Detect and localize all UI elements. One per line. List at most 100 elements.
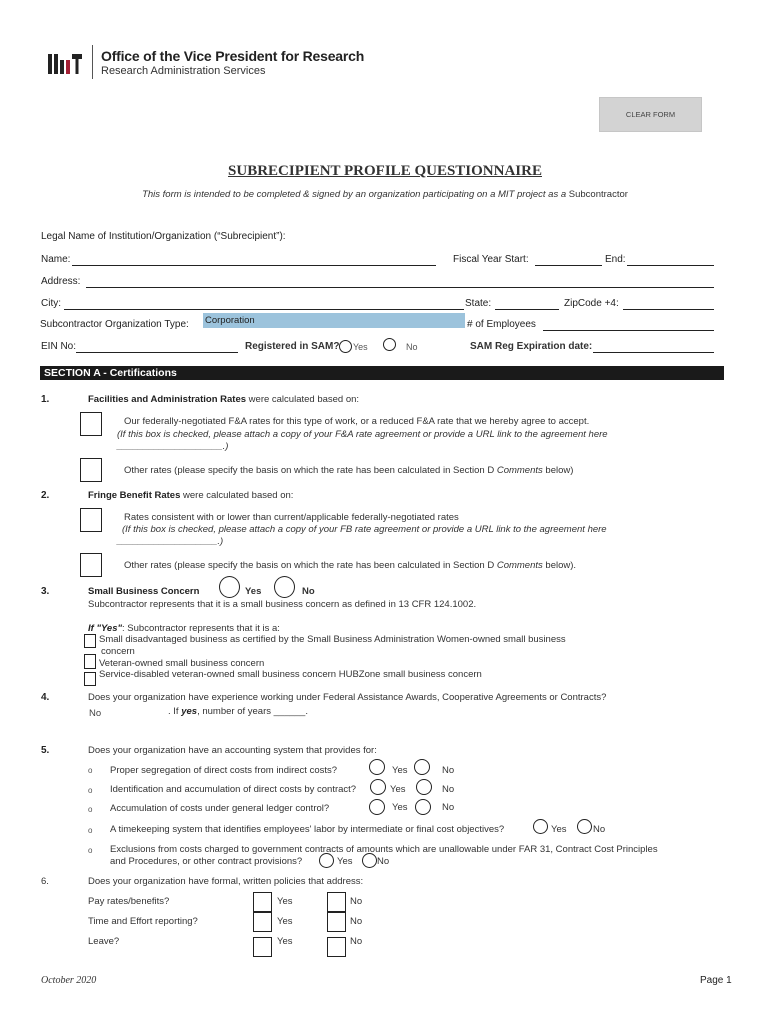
q3-bold: Small Business Concern (88, 586, 200, 597)
mit-logo-icon (48, 50, 82, 74)
q3-if-yes: If "Yes": Subcontractor represents that … (88, 623, 280, 634)
q4-if-yes: . If yes, number of years ______. (168, 706, 308, 717)
q5-item-4-yes-radio[interactable] (533, 819, 548, 834)
zipcode-field[interactable] (623, 298, 714, 310)
q1-federal-rate-checkbox[interactable] (80, 412, 102, 436)
q3-service-disabled-checkbox[interactable] (84, 672, 96, 686)
q6-item-1-yes-checkbox[interactable] (253, 892, 272, 912)
q6-item-3-yes-label: Yes (277, 936, 293, 947)
q6-item-2-no-checkbox[interactable] (327, 912, 346, 932)
q5-item-2-no-radio[interactable] (416, 779, 432, 795)
q6-item-2-yes-label: Yes (277, 916, 293, 927)
clear-form-button[interactable]: CLEAR FORM (599, 97, 702, 132)
q6-item-3-no-label: No (350, 936, 363, 947)
q5-item-3-yes-label: Yes (392, 802, 408, 813)
q6-item-3-no-checkbox[interactable] (327, 937, 346, 957)
q1-other-rate-checkbox[interactable] (80, 458, 102, 482)
ein-field[interactable] (76, 341, 238, 353)
q2-opt2-end: below). (542, 560, 577, 571)
q3-small-disadvantaged-checkbox[interactable] (84, 634, 96, 648)
q1-opt2-text: Other rates (please specify the basis on… (124, 465, 573, 476)
sam-label: Registered in SAM? (245, 341, 340, 352)
q5-bullet-4: o (88, 826, 93, 835)
section-a-header: SECTION A - Certifications (40, 366, 724, 380)
q5-item-5-yes-radio[interactable] (319, 853, 334, 868)
q3-opt1-cont: concern (101, 646, 135, 657)
q3-if-yes-text: : Subcontractor represents that it is a: (122, 623, 280, 634)
q5-item-5-text2: and Procedures, or other contract provis… (110, 856, 303, 867)
q4-answer-select[interactable]: No (89, 708, 101, 719)
q5-item-1-yes-radio[interactable] (369, 759, 385, 775)
q5-item-4-text: A timekeeping system that identifies emp… (110, 824, 505, 835)
q2-number: 2. (41, 490, 50, 501)
q5-bullet-3: o (88, 805, 93, 814)
q2-other-rate-checkbox[interactable] (80, 553, 102, 577)
q6-item-1-yes-label: Yes (277, 896, 293, 907)
org-type-select[interactable]: Corporation (203, 313, 465, 328)
sam-yes-radio[interactable] (339, 340, 352, 353)
name-label: Name: (41, 254, 71, 265)
q5-item-3-yes-radio[interactable] (369, 799, 385, 815)
address-label: Address: (41, 276, 81, 287)
q6-item-2-yes-checkbox[interactable] (253, 912, 272, 932)
city-field[interactable] (64, 298, 464, 310)
q5-item-2-yes-radio[interactable] (370, 779, 386, 795)
q5-text: Does your organization have an accountin… (88, 745, 377, 756)
q5-item-3-text: Accumulation of costs under general ledg… (110, 803, 330, 814)
q6-item-3-yes-checkbox[interactable] (253, 937, 272, 957)
footer-date: October 2020 (41, 975, 97, 986)
employees-field[interactable] (543, 319, 714, 331)
form-subtitle: This form is intended to be completed & … (0, 189, 770, 200)
q4-years-field[interactable]: , number of years ______. (197, 706, 308, 717)
q2-opt1-url-field[interactable]: ___________________.) (117, 536, 223, 547)
q6-number: 6. (41, 876, 49, 887)
q5-item-5-no-radio[interactable] (362, 853, 377, 868)
address-field[interactable] (86, 276, 714, 288)
q3-yes-radio[interactable] (219, 576, 240, 598)
office-title: Office of the Vice President for Researc… (101, 47, 365, 64)
q4-number: 4. (41, 692, 50, 703)
state-field[interactable] (495, 298, 559, 310)
q3-description: Subcontractor represents that it is a sm… (88, 599, 477, 610)
q1-opt1-note: (If this box is checked, please attach a… (117, 429, 608, 440)
city-label: City: (41, 298, 61, 309)
footer-page-number: Page 1 (700, 975, 732, 986)
q1-text: Facilities and Administration Rates were… (88, 394, 359, 405)
zipcode-label: ZipCode +4: (564, 298, 619, 309)
q5-bullet-2: o (88, 786, 93, 795)
q1-opt2-end: below) (542, 465, 574, 476)
q2-bold: Fringe Benefit Rates (88, 490, 181, 501)
fiscal-year-start-label: Fiscal Year Start: (453, 254, 529, 265)
name-field[interactable] (72, 254, 436, 266)
q3-opt2-text: Veteran-owned small business concern (99, 658, 265, 669)
fiscal-year-start-field[interactable] (535, 254, 602, 266)
legal-name-heading: Legal Name of Institution/Organization (… (41, 231, 286, 242)
q2-federal-rate-checkbox[interactable] (80, 508, 102, 532)
q5-item-3-no-label: No (442, 802, 455, 813)
q3-title: Small Business Concern (88, 586, 199, 597)
q3-number: 3. (41, 586, 50, 597)
sam-no-radio[interactable] (383, 338, 396, 351)
q2-opt1-note: (If this box is checked, please attach a… (122, 524, 607, 535)
q5-item-3-no-radio[interactable] (415, 799, 431, 815)
q3-veteran-owned-checkbox[interactable] (84, 654, 96, 669)
q5-item-4-no-radio[interactable] (577, 819, 592, 834)
q5-item-2-no-label: No (442, 784, 455, 795)
q2-opt2-main: Other rates (please specify the basis on… (124, 560, 497, 571)
q2-opt1-text: Rates consistent with or lower than curr… (124, 512, 459, 523)
q4-if-yes-bold: yes (181, 706, 198, 717)
q6-item-1-no-label: No (350, 896, 363, 907)
q5-item-1-no-radio[interactable] (414, 759, 430, 775)
mit-ovpr-logo: Office of the Vice President for Researc… (48, 45, 365, 79)
q6-item-2-text: Time and Effort reporting? (88, 916, 198, 927)
fiscal-year-end-field[interactable] (627, 254, 714, 266)
sam-exp-field[interactable] (593, 341, 714, 353)
fiscal-year-end-label: End: (605, 254, 626, 265)
q3-no-radio[interactable] (274, 576, 295, 598)
q5-item-5-yes-label: Yes (337, 856, 353, 867)
q2-opt2-italic: Comments (496, 560, 543, 571)
q3-no-label: No (302, 586, 315, 597)
q1-opt1-url-field[interactable]: ____________________.) (117, 441, 228, 452)
q6-item-1-no-checkbox[interactable] (327, 892, 346, 912)
subtitle-italic: This form is intended to be completed & … (142, 189, 567, 200)
